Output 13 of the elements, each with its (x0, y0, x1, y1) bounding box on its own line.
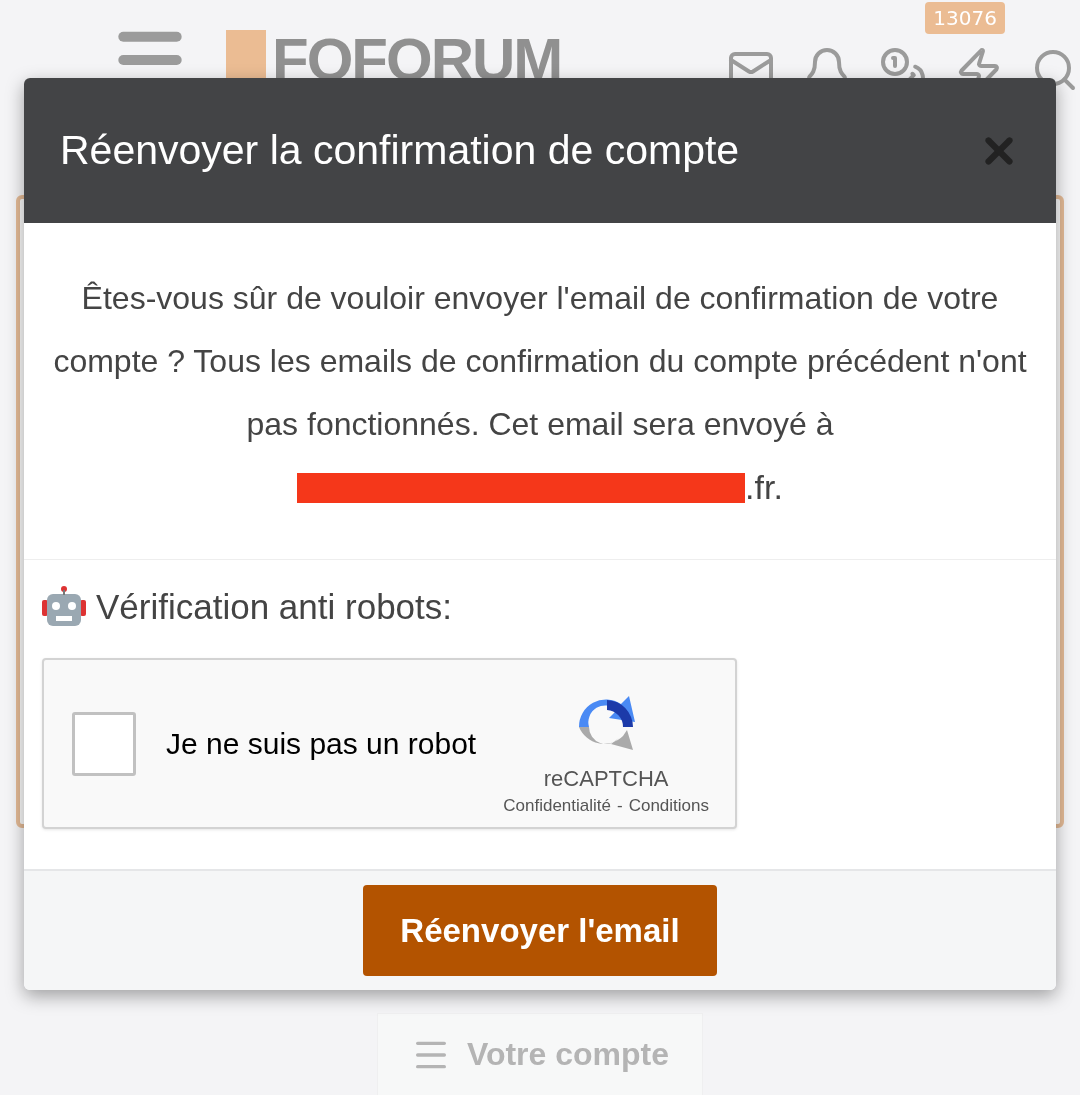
captcha-label: Vérification anti robots: (96, 587, 452, 627)
privacy-link[interactable]: Confidentialité (503, 795, 611, 816)
dialog-title: Réenvoyer la confirmation de compte (60, 127, 740, 174)
count-badge: 13076 (925, 2, 1005, 34)
recaptcha-brand: reCAPTCHA (543, 765, 669, 792)
robot-icon (42, 586, 86, 628)
confirmation-message: Êtes-vous sûr de vouloir envoyer l'email de confirmation de votre compte ? Tous les emails de confirmation du compte précédent n'ont pas fonctionnés. Cet email sera envoyé à (52, 279, 1028, 444)
robot-checkbox[interactable] (72, 711, 136, 776)
terms-link[interactable]: Conditions (628, 795, 709, 816)
email-address: .fr. (745, 468, 783, 507)
checkbox-label: Je ne suis pas un robot (166, 726, 478, 761)
link-separator: - (617, 795, 623, 816)
resend-email-button[interactable]: Réenvoyer l'email (363, 885, 717, 976)
